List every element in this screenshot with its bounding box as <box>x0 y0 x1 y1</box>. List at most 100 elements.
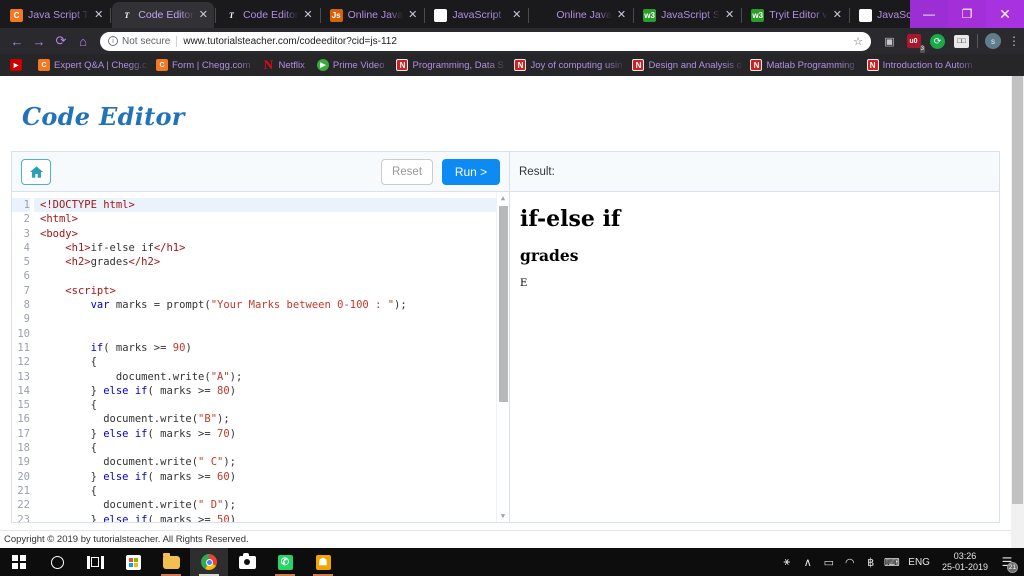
tab-close-icon[interactable]: ✕ <box>408 9 417 21</box>
keyboard-icon[interactable]: ⌨ <box>881 548 902 576</box>
clock-date: 25-01-2019 <box>941 562 988 572</box>
code-token: marks = prompt( <box>109 299 211 312</box>
scroll-down-arrow[interactable]: ▼ <box>497 510 509 522</box>
browser-tab-7[interactable]: w3 Tryit Editor v ✕ <box>743 2 848 28</box>
page-scroll-thumb[interactable] <box>1012 76 1023 504</box>
start-button[interactable] <box>0 548 38 576</box>
forward-icon[interactable]: → <box>28 30 50 52</box>
language-indicator[interactable]: ENG <box>902 557 936 568</box>
bookmark-item-1[interactable]: C Expert Q&A | Chegg.c <box>32 59 150 71</box>
bookmark-item-4[interactable]: ▶ Prime Video <box>311 59 391 71</box>
navigation-bar: ← → ⟳ ⌂ i Not secure www.tutorialsteache… <box>0 28 1024 54</box>
result-header: Result: <box>510 152 999 192</box>
task-view-button[interactable] <box>76 548 114 576</box>
code-token: var <box>90 299 110 312</box>
browser-tab-2[interactable]: T Code Editor ✕ <box>217 2 319 28</box>
line-number: 9 <box>23 313 30 326</box>
browser-tab-6[interactable]: w3 JavaScript S ✕ <box>635 2 740 28</box>
tab-label: Tryit Editor v <box>769 9 828 21</box>
tab-close-icon[interactable]: ✕ <box>833 9 842 21</box>
minimize-button[interactable]: — <box>910 0 948 28</box>
green-circle-extension-icon[interactable]: ⟳ <box>929 33 946 50</box>
bluetooth-icon[interactable]: ฿ <box>860 548 881 576</box>
code-token: document.write( <box>40 456 199 469</box>
cortana-button[interactable] <box>38 548 76 576</box>
bookmark-label: Form | Chegg.com <box>172 59 251 71</box>
scroll-up-arrow[interactable]: ▲ <box>497 192 509 204</box>
tab-separator <box>741 7 743 23</box>
code-text[interactable]: <!DOCTYPE html> <html> <body> <h1>if-else … <box>34 192 496 522</box>
camera-extension-icon[interactable]: ▣ <box>881 33 898 50</box>
copyright-footer: Copyright © 2019 by tutorialsteacher. Al… <box>0 530 1011 548</box>
bookmark-item-9[interactable]: N Introduction to Autom <box>861 59 979 71</box>
browser-tab-4[interactable]: ≡ JavaScript : ✕ <box>426 2 527 28</box>
tab-separator <box>849 7 850 23</box>
tab-close-icon[interactable]: ✕ <box>725 9 734 21</box>
bookmark-item-5[interactable]: N Programming, Data S <box>390 59 508 71</box>
code-scrollbar[interactable]: ▲ ▼ <box>496 192 509 522</box>
reload-icon[interactable]: ⟳ <box>50 30 72 52</box>
close-button[interactable]: ✕ <box>986 0 1024 28</box>
profile-avatar[interactable]: s <box>985 33 1001 49</box>
ublock-extension-icon[interactable]: u0 3 <box>905 33 925 53</box>
reset-button[interactable]: Reset <box>381 158 433 185</box>
omnibox-divider <box>176 35 178 47</box>
camera-button[interactable] <box>228 548 266 576</box>
tab-close-icon[interactable]: ✕ <box>512 9 521 21</box>
task-view-icon <box>86 555 104 569</box>
file-explorer-button[interactable] <box>152 548 190 576</box>
chrome-button[interactable] <box>190 548 228 576</box>
result-output: if-else if grades E <box>510 192 999 522</box>
clock[interactable]: 03:26 25-01-2019 <box>936 551 994 573</box>
browser-tab-1[interactable]: T Code Editor ✕ <box>112 2 214 28</box>
address-bar[interactable]: i Not secure www.tutorialsteacher.com/co… <box>100 31 871 51</box>
browser-window: C Java Script T ✕ T Code Editor ✕ T Code Editor… <box>0 0 1024 548</box>
code-area[interactable]: 123456789101112131415161718192021222324 … <box>12 192 509 522</box>
app-button[interactable]: ☗ <box>304 548 342 576</box>
home-icon[interactable]: ⌂ <box>72 30 94 52</box>
code-line: document.write("B"); <box>40 412 496 426</box>
tab-close-icon[interactable]: ✕ <box>94 9 103 21</box>
bookmark-item-6[interactable]: N Joy of computing usin <box>508 59 626 71</box>
people-icon[interactable]: ⚹ <box>776 548 797 576</box>
browser-tab-3[interactable]: Js Online Java ✕ <box>322 2 424 28</box>
reader-extension-icon[interactable]: □□ <box>953 33 970 50</box>
notifications-button[interactable]: ☰ 21 <box>994 548 1020 576</box>
tab-close-icon[interactable]: ✕ <box>303 9 312 21</box>
page-scrollbar[interactable] <box>1011 76 1024 548</box>
back-icon[interactable]: ← <box>6 30 28 52</box>
bookmark-item-2[interactable]: C Form | Chegg.com <box>150 59 257 71</box>
browser-tab-0[interactable]: C Java Script T ✕ <box>2 2 109 28</box>
browser-tab-5[interactable]: Online Java ✕ <box>530 2 632 28</box>
bookmark-item-0[interactable]: ▶ <box>4 59 32 71</box>
bookmark-item-8[interactable]: N Matlab Programming <box>744 59 860 71</box>
clock-time: 03:26 <box>953 551 977 561</box>
tab-close-icon[interactable]: ✕ <box>617 9 626 21</box>
battery-icon[interactable]: ▭ <box>818 548 839 576</box>
bookmark-label: Joy of computing usin <box>530 59 623 71</box>
code-scroll-thumb[interactable] <box>499 206 508 402</box>
code-token: <script> <box>65 284 116 297</box>
tab-label: JavaScript : <box>452 9 508 21</box>
code-token: " D" <box>198 499 224 512</box>
maximize-button[interactable]: ❐ <box>948 0 986 28</box>
chevron-up-icon[interactable]: ∧ <box>797 548 818 576</box>
bookmark-item-3[interactable]: N Netflix <box>257 59 311 71</box>
chrome-menu-icon[interactable]: ⋮ <box>1008 34 1020 48</box>
code-brackets-icon <box>538 9 551 22</box>
microsoft-store-button[interactable] <box>114 548 152 576</box>
tab-close-icon[interactable]: ✕ <box>199 9 208 21</box>
bookmark-star-icon[interactable]: ☆ <box>853 35 863 48</box>
orange-app-icon: ☗ <box>315 554 331 570</box>
line-number: 20 <box>17 470 30 483</box>
bookmark-item-7[interactable]: N Design and Analysis o <box>626 59 744 71</box>
home-button[interactable] <box>21 158 51 185</box>
code-token: ) <box>229 470 237 483</box>
tab-label: JavaScript S <box>661 9 721 21</box>
line-number: 3 <box>23 227 30 240</box>
wifi-icon[interactable]: ◠ <box>839 548 860 576</box>
security-indicator[interactable]: i Not secure <box>108 36 170 47</box>
whatsapp-button[interactable]: ✆ <box>266 548 304 576</box>
run-button[interactable]: Run > <box>442 158 500 185</box>
